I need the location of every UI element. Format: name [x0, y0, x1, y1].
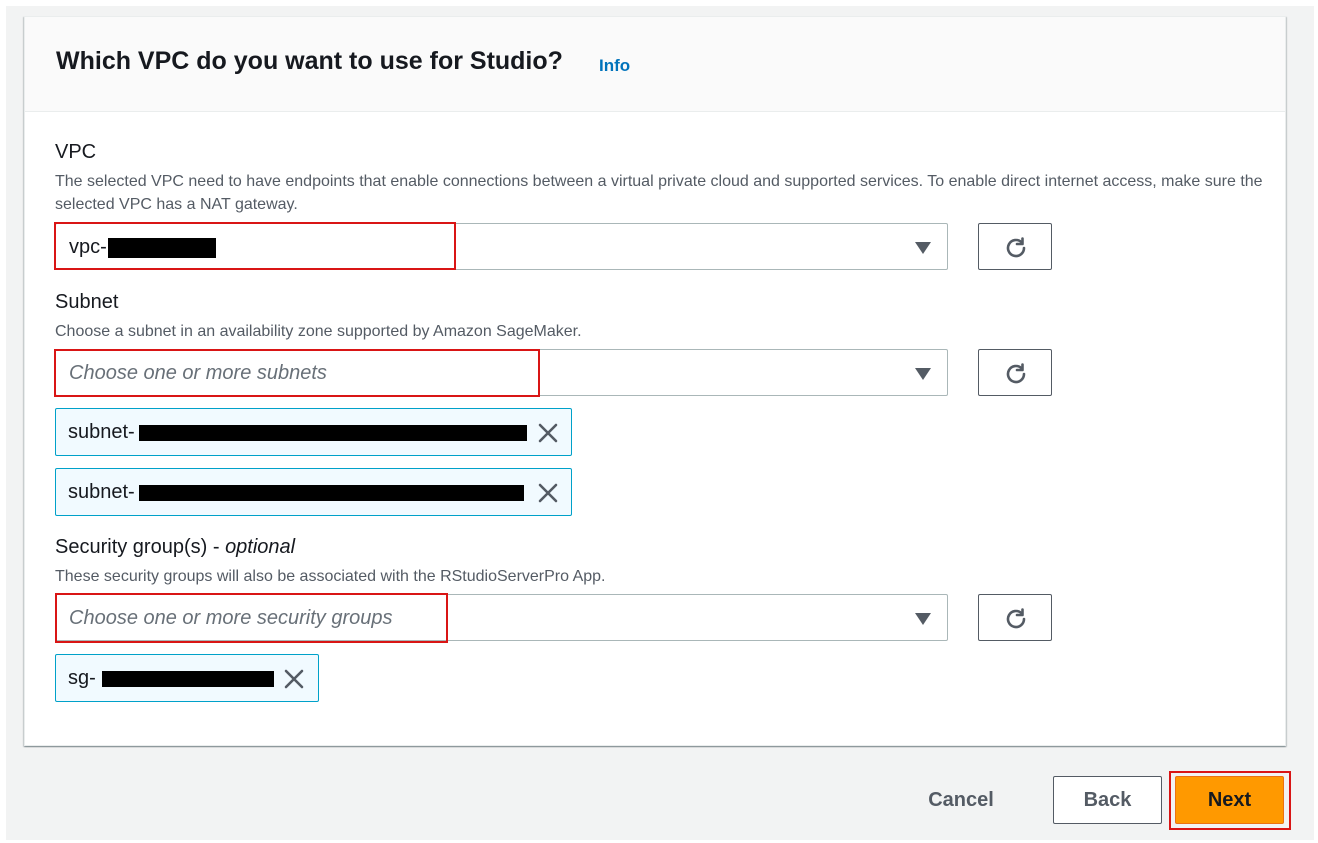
security-group-token-label: sg-	[68, 667, 96, 689]
subnet-refresh-button[interactable]	[978, 349, 1052, 396]
subnet-token: subnet-	[55, 468, 572, 516]
subnet-label: Subnet	[55, 291, 119, 313]
back-button[interactable]: Back	[1053, 776, 1162, 824]
security-groups-refresh-button[interactable]	[978, 594, 1052, 641]
vpc-select-value: vpc-	[69, 236, 107, 258]
redacted-text	[139, 425, 527, 441]
security-groups-description: These security groups will also be assoc…	[55, 568, 606, 585]
subnet-token-label: subnet-	[68, 421, 135, 443]
security-groups-select[interactable]: Choose one or more security groups	[55, 594, 948, 641]
vpc-label: VPC	[55, 141, 97, 163]
vpc-select[interactable]: vpc-	[55, 223, 948, 270]
subnet-select[interactable]: Choose one or more subnets	[55, 349, 948, 396]
optional-tag: optional	[225, 536, 296, 558]
subnet-token: subnet-	[55, 408, 572, 456]
next-button[interactable]: Next	[1175, 776, 1284, 824]
subnet-select-placeholder: Choose one or more subnets	[69, 362, 327, 384]
subnet-token-label: subnet-	[68, 481, 135, 503]
subnet-description: Choose a subnet in an availability zone …	[55, 323, 582, 340]
security-groups-label: Security group(s) - optional	[55, 536, 295, 559]
redacted-text	[139, 485, 524, 501]
close-icon[interactable]	[282, 667, 306, 691]
close-icon[interactable]	[536, 421, 560, 445]
security-groups-label-text: Security group(s)	[55, 536, 208, 558]
refresh-icon	[1006, 237, 1026, 258]
caret-down-icon	[915, 242, 931, 254]
caret-down-icon	[915, 613, 931, 625]
security-groups-select-placeholder: Choose one or more security groups	[69, 607, 393, 629]
cancel-button[interactable]: Cancel	[916, 776, 1006, 824]
close-icon[interactable]	[536, 481, 560, 505]
caret-down-icon	[915, 368, 931, 380]
security-groups-label-separator: -	[207, 536, 226, 558]
redacted-text	[108, 238, 216, 258]
page-title: Which VPC do you want to use for Studio?	[56, 47, 563, 75]
redacted-text	[102, 671, 274, 687]
refresh-icon	[1006, 363, 1026, 384]
vpc-description: The selected VPC need to have endpoints …	[55, 173, 1263, 213]
info-link[interactable]: Info	[599, 56, 630, 76]
vpc-refresh-button[interactable]	[978, 223, 1052, 270]
container-header: Which VPC do you want to use for Studio?…	[25, 17, 1285, 112]
security-group-token: sg-	[55, 654, 319, 702]
refresh-icon	[1006, 608, 1026, 629]
